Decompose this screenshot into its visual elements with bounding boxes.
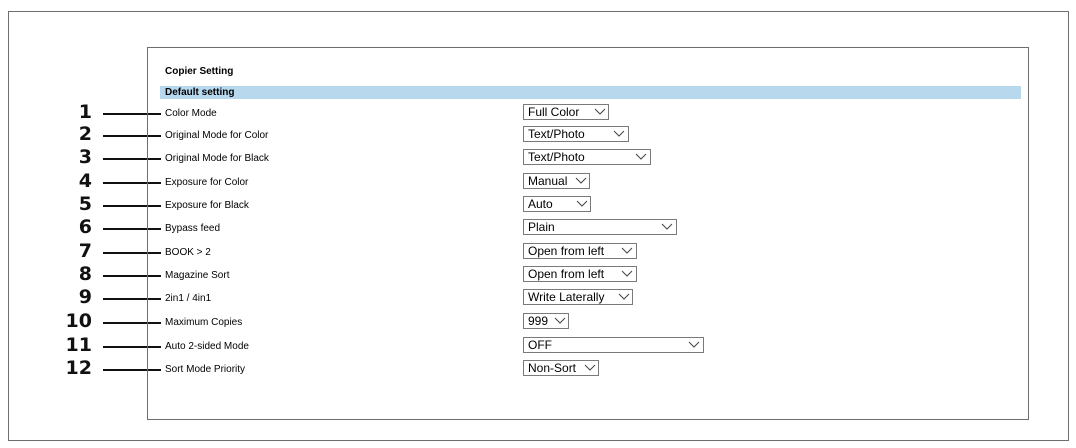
callout-tick <box>147 369 148 379</box>
chevron-down-icon <box>635 153 647 160</box>
callout-number: 10 <box>65 310 92 332</box>
setting-label: Original Mode for Color <box>165 130 269 141</box>
select-value: Open from left <box>528 267 605 281</box>
select-value: Non-Sort <box>528 361 577 375</box>
callout-tick <box>147 228 148 238</box>
callout-tick <box>147 113 148 123</box>
chevron-down-icon <box>661 223 673 230</box>
callout-number: 8 <box>78 263 92 285</box>
callout-number: 1 <box>78 101 92 123</box>
select-value: Text/Photo <box>528 127 585 141</box>
select-value: Plain <box>528 220 555 234</box>
chevron-down-icon <box>594 108 606 115</box>
callout-leader-line <box>103 228 161 230</box>
callout-tick <box>147 275 148 285</box>
chevron-down-icon <box>621 270 633 277</box>
callout-leader-line <box>103 182 161 184</box>
setting-row-magazine-sort: 8 Magazine Sort Open from left <box>0 263 1076 287</box>
setting-label: Auto 2-sided Mode <box>165 341 249 352</box>
chevron-down-icon <box>613 130 625 137</box>
book-2-select[interactable]: Open from left <box>523 243 637 259</box>
callout-leader-line <box>103 369 161 371</box>
select-value: OFF <box>528 338 552 352</box>
section-title: Copier Setting <box>165 66 234 77</box>
setting-label: Maximum Copies <box>165 317 243 328</box>
callout-number: 4 <box>78 170 92 192</box>
sort-mode-priority-select[interactable]: Non-Sort <box>523 360 599 376</box>
setting-row-exposure-color: 4 Exposure for Color Manual <box>0 170 1076 194</box>
setting-row-maximum-copies: 10 Maximum Copies 999 <box>0 310 1076 334</box>
original-mode-color-select[interactable]: Text/Photo <box>523 126 629 142</box>
setting-label: Color Mode <box>165 108 217 119</box>
setting-row-auto-2-sided: 11 Auto 2-sided Mode OFF <box>0 334 1076 358</box>
callout-tick <box>147 158 148 168</box>
color-mode-select[interactable]: Full Color <box>523 104 609 120</box>
setting-row-original-mode-color: 2 Original Mode for Color Text/Photo <box>0 123 1076 147</box>
chevron-down-icon <box>584 364 596 371</box>
setting-label: 2in1 / 4in1 <box>165 293 212 304</box>
auto-2-sided-select[interactable]: OFF <box>523 337 704 353</box>
callout-leader-line <box>103 275 161 277</box>
callout-number: 7 <box>78 240 92 262</box>
setting-label: Magazine Sort <box>165 270 230 281</box>
select-value: Write Laterally <box>528 290 605 304</box>
chevron-down-icon <box>688 341 700 348</box>
exposure-black-select[interactable]: Auto <box>523 196 591 212</box>
bypass-feed-select[interactable]: Plain <box>523 219 677 235</box>
callout-tick <box>147 135 148 145</box>
callout-number: 3 <box>78 146 92 168</box>
section-header-label: Default setting <box>165 87 235 98</box>
callout-number: 6 <box>78 216 92 238</box>
callout-leader-line <box>103 298 161 300</box>
chevron-down-icon <box>575 177 587 184</box>
maximum-copies-select[interactable]: 999 <box>523 313 569 329</box>
setting-row-sort-mode-priority: 12 Sort Mode Priority Non-Sort <box>0 357 1076 381</box>
callout-number: 2 <box>78 123 92 145</box>
callout-leader-line <box>103 135 161 137</box>
select-value: Auto <box>528 197 553 211</box>
chevron-down-icon <box>554 317 566 324</box>
callout-number: 9 <box>78 286 92 308</box>
callout-number: 12 <box>65 357 92 379</box>
setting-label: Exposure for Color <box>165 177 249 188</box>
callout-tick <box>147 182 148 192</box>
setting-label: Sort Mode Priority <box>165 364 246 375</box>
callout-tick <box>147 252 148 262</box>
callout-leader-line <box>103 113 161 115</box>
select-value: Open from left <box>528 244 605 258</box>
setting-row-color-mode: 1 Color Mode Full Color <box>0 101 1076 125</box>
callout-number: 11 <box>65 334 92 356</box>
setting-row-2in1-4in1: 9 2in1 / 4in1 Write Laterally <box>0 286 1076 310</box>
setting-label: BOOK > 2 <box>165 247 211 258</box>
setting-label: Original Mode for Black <box>165 153 269 164</box>
chevron-down-icon <box>618 293 630 300</box>
exposure-color-select[interactable]: Manual <box>523 173 590 189</box>
section-header: Default setting <box>160 86 1021 99</box>
setting-row-exposure-black: 5 Exposure for Black Auto <box>0 193 1076 217</box>
chevron-down-icon <box>621 247 633 254</box>
callout-leader-line <box>103 322 161 324</box>
callout-leader-line <box>103 158 161 160</box>
select-value: Text/Photo <box>528 150 585 164</box>
2in1-4in1-select[interactable]: Write Laterally <box>523 289 633 305</box>
select-value: Full Color <box>528 105 580 119</box>
setting-label: Exposure for Black <box>165 200 249 211</box>
callout-tick <box>147 205 148 215</box>
chevron-down-icon <box>576 200 588 207</box>
callout-leader-line <box>103 252 161 254</box>
setting-row-book-2: 7 BOOK > 2 Open from left <box>0 240 1076 264</box>
setting-row-bypass-feed: 6 Bypass feed Plain <box>0 216 1076 240</box>
select-value: Manual <box>528 174 568 188</box>
callout-tick <box>147 298 148 308</box>
callout-tick <box>147 322 148 332</box>
setting-row-original-mode-black: 3 Original Mode for Black Text/Photo <box>0 146 1076 170</box>
callout-tick <box>147 346 148 356</box>
callout-leader-line <box>103 205 161 207</box>
setting-label: Bypass feed <box>165 223 221 234</box>
callout-number: 5 <box>78 193 92 215</box>
original-mode-black-select[interactable]: Text/Photo <box>523 149 651 165</box>
callout-leader-line <box>103 346 161 348</box>
magazine-sort-select[interactable]: Open from left <box>523 266 637 282</box>
select-value: 999 <box>528 314 549 328</box>
